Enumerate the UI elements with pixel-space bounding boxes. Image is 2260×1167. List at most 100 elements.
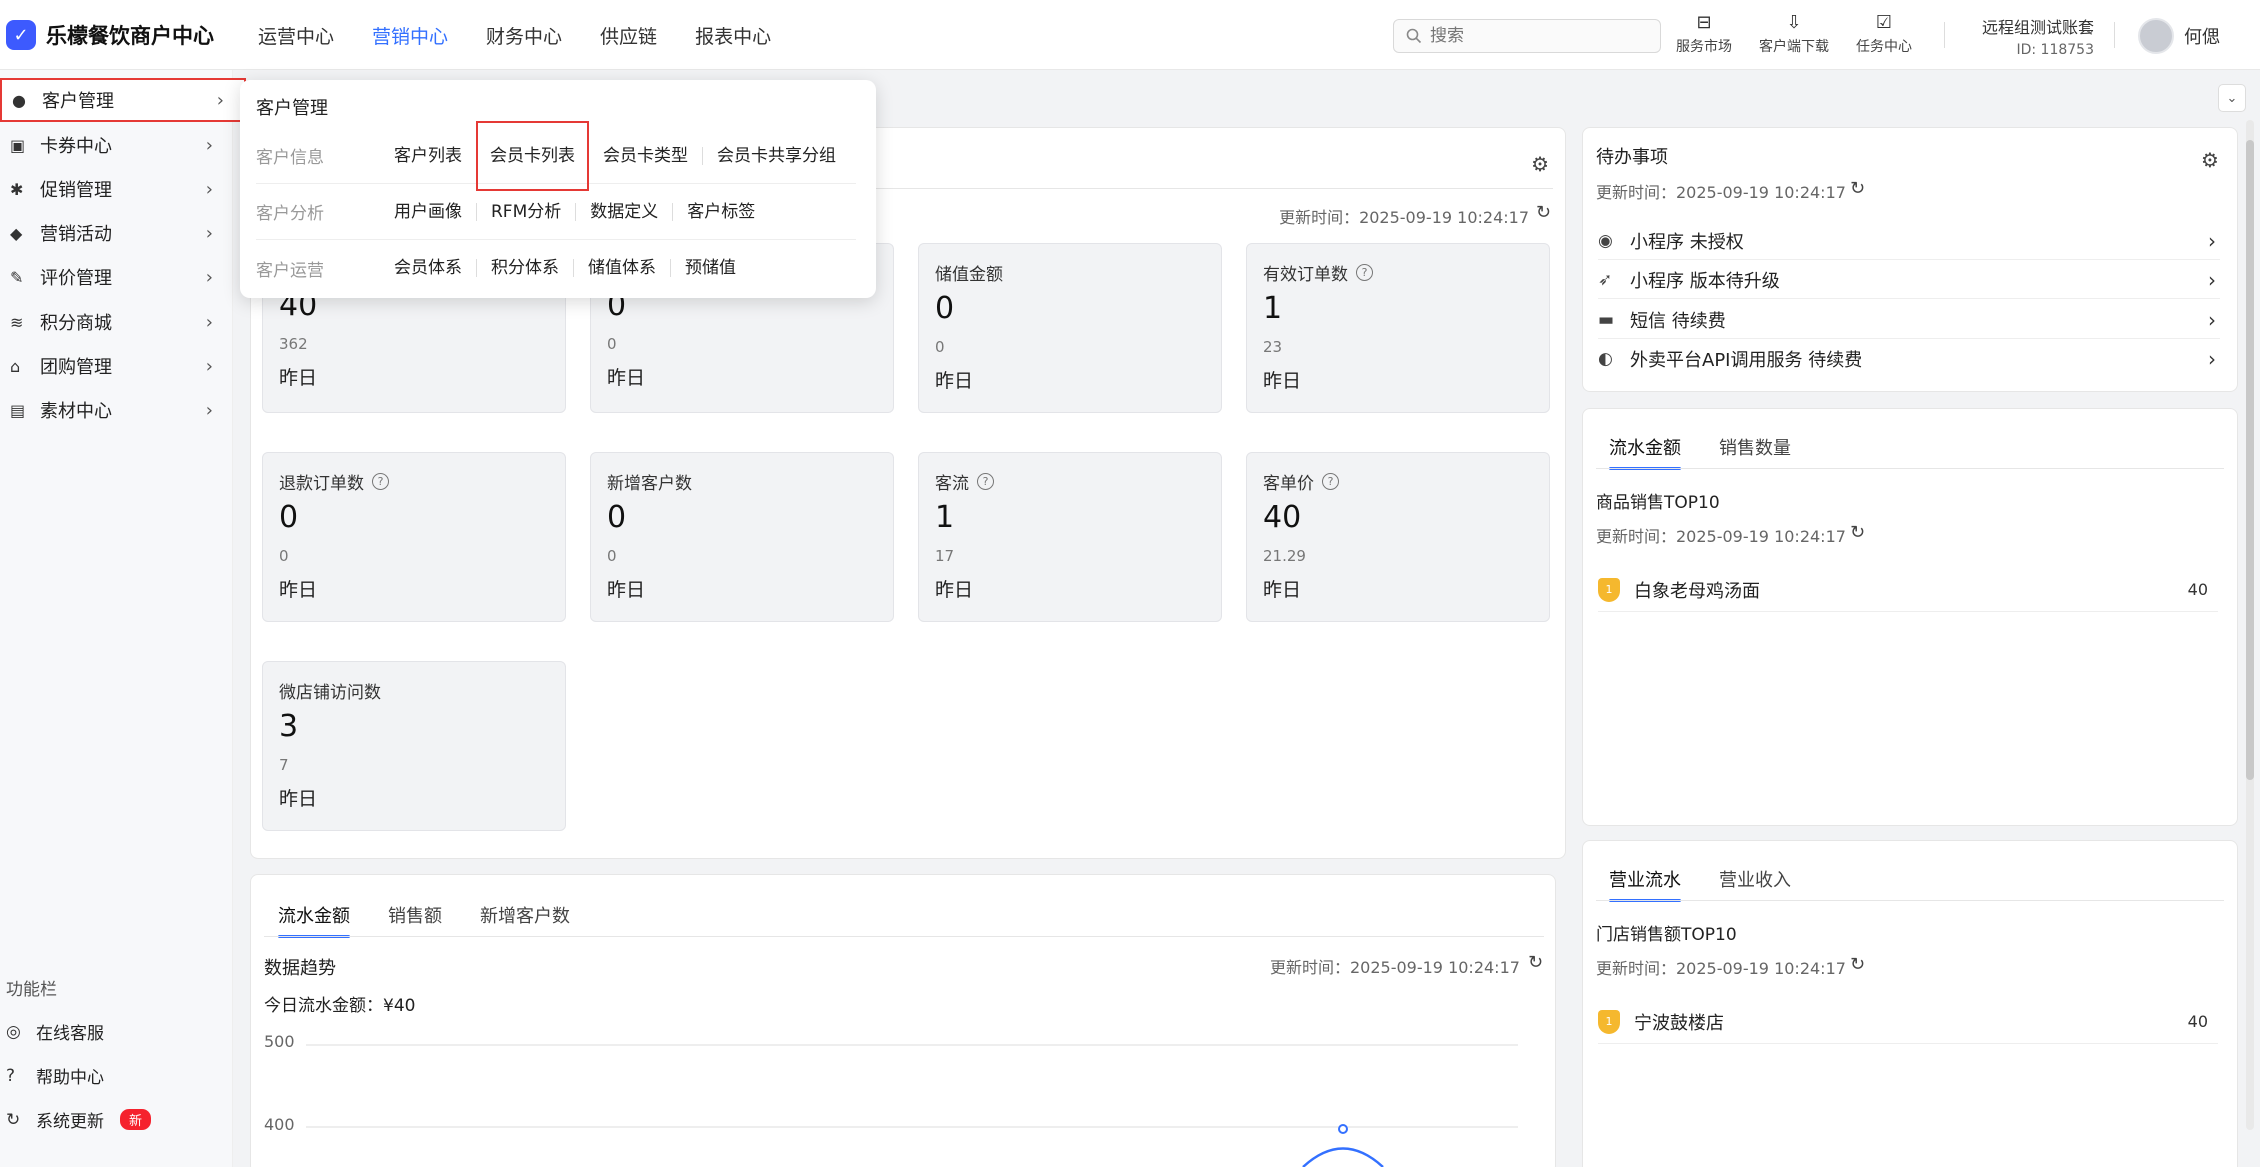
refresh-icon[interactable]: ↻ bbox=[1536, 202, 1551, 223]
menu-link-rfm-analysis[interactable]: RFM分析 bbox=[476, 202, 575, 221]
todo-item[interactable]: ◉ 小程序 未授权 › bbox=[1598, 222, 2220, 260]
gear-icon[interactable]: ⚙ bbox=[2201, 148, 2219, 172]
help-icon[interactable]: ? bbox=[977, 473, 994, 490]
function-bar-title: 功能栏 bbox=[6, 980, 57, 1000]
stat-card-refund-orders[interactable]: 退款订单数? 0 0 昨日 bbox=[262, 452, 566, 622]
refresh-icon: ↻ bbox=[6, 1109, 21, 1130]
tab-sales[interactable]: 销售额 bbox=[388, 902, 442, 938]
group-icon: ⌂ bbox=[10, 356, 21, 376]
scrollbar-thumb[interactable] bbox=[2246, 140, 2254, 780]
chevron-down-icon[interactable]: ⌄ bbox=[2084, 22, 2096, 38]
refresh-icon[interactable]: ↻ bbox=[1850, 178, 1865, 199]
collapse-toggle[interactable]: ⌄ bbox=[2218, 84, 2246, 112]
trend-chart: 500 400 bbox=[264, 1032, 1518, 1167]
tab-business-income[interactable]: 营业收入 bbox=[1719, 866, 1791, 902]
footer-item-support[interactable]: ◎ 在线客服 bbox=[6, 1019, 104, 1045]
refresh-icon[interactable]: ↻ bbox=[1528, 952, 1543, 973]
sidebar-item-points-mall[interactable]: ≋ 积分商城 › bbox=[0, 300, 233, 344]
tool-label: 服务市场 bbox=[1676, 39, 1732, 55]
stat-label: 昨日 bbox=[607, 579, 646, 601]
topnav-finance[interactable]: 财务中心 bbox=[486, 22, 562, 49]
sidebar-item-label: 团购管理 bbox=[40, 357, 112, 378]
menu-link-membership-system[interactable]: 会员体系 bbox=[394, 259, 476, 277]
user-icon: ● bbox=[12, 90, 26, 110]
stat-value: 1 bbox=[935, 500, 955, 535]
avatar bbox=[2138, 18, 2174, 54]
help-icon[interactable]: ? bbox=[372, 473, 389, 490]
header-divider bbox=[1944, 22, 1945, 48]
topnav-marketing[interactable]: 营销中心 bbox=[372, 22, 448, 49]
stat-title: 退款订单数 bbox=[279, 474, 364, 494]
menu-link-customer-list[interactable]: 客户列表 bbox=[394, 147, 476, 165]
menu-link-pre-stored-value[interactable]: 预储值 bbox=[670, 259, 750, 277]
menu-link-stored-value-system[interactable]: 储值体系 bbox=[573, 259, 670, 277]
data-point[interactable] bbox=[1338, 1124, 1348, 1134]
search-input[interactable] bbox=[1430, 26, 1630, 46]
tool-task-center[interactable]: ☑ 任务中心 bbox=[1848, 12, 1920, 56]
sidebar-item-promotions[interactable]: ✱ 促销管理 › bbox=[0, 167, 233, 211]
stat-card-stored-value[interactable]: 储值金额 0 0 昨日 bbox=[918, 243, 1222, 413]
tab-flow-amount[interactable]: 流水金额 bbox=[278, 902, 350, 938]
tag-icon: ◆ bbox=[10, 223, 23, 243]
refresh-icon[interactable]: ↻ bbox=[1850, 522, 1865, 543]
menu-link-member-card-type[interactable]: 会员卡类型 bbox=[589, 147, 702, 165]
sidebar-item-label: 积分商城 bbox=[40, 313, 112, 334]
todo-item[interactable]: ◐ 外卖平台API调用服务 待续费 › bbox=[1598, 340, 2220, 378]
tool-client-download[interactable]: ⇩ 客户端下载 bbox=[1758, 12, 1830, 56]
help-icon[interactable]: ? bbox=[1322, 473, 1339, 490]
chevron-right-icon: › bbox=[205, 355, 213, 377]
help-icon[interactable]: ? bbox=[1356, 264, 1373, 281]
stat-card-avg-price[interactable]: 客单价? 40 21.29 昨日 bbox=[1246, 452, 1550, 622]
stat-prev: 7 bbox=[279, 756, 289, 774]
trend-title: 数据趋势 bbox=[264, 958, 336, 979]
y-tick-400: 400 bbox=[264, 1115, 295, 1134]
stat-card-traffic[interactable]: 客流? 1 17 昨日 bbox=[918, 452, 1222, 622]
account-switcher[interactable]: 远程组测试账套 ID: 118753 bbox=[1964, 14, 2094, 58]
stat-title-row: 退款订单数? bbox=[279, 469, 549, 494]
todo-item[interactable]: ▬ 短信 待续费 › bbox=[1598, 301, 2220, 339]
menu-category: 客户信息 bbox=[256, 148, 324, 168]
chevron-right-icon: › bbox=[2208, 228, 2216, 253]
gear-icon[interactable]: ⚙ bbox=[1531, 152, 1549, 176]
topnav-operations[interactable]: 运营中心 bbox=[258, 22, 334, 49]
stat-label: 昨日 bbox=[935, 579, 974, 601]
tab-business-flow[interactable]: 营业流水 bbox=[1609, 866, 1681, 902]
refresh-icon[interactable]: ↻ bbox=[1850, 954, 1865, 975]
store-rank-row[interactable]: 1 宁波鼓楼店 40 bbox=[1598, 1000, 2218, 1044]
menu-link-customer-tags[interactable]: 客户标签 bbox=[672, 202, 769, 221]
sidebar-item-campaigns[interactable]: ◆ 营销活动 › bbox=[0, 211, 233, 255]
topnav-reports[interactable]: 报表中心 bbox=[695, 22, 771, 49]
menu-link-data-definition[interactable]: 数据定义 bbox=[575, 202, 672, 221]
footer-item-help[interactable]: ? 帮助中心 bbox=[6, 1063, 104, 1089]
topnav-supply-chain[interactable]: 供应链 bbox=[600, 22, 657, 49]
sidebar-item-reviews[interactable]: ✎ 评价管理 › bbox=[0, 255, 233, 299]
stat-label: 昨日 bbox=[279, 788, 318, 810]
app-logo[interactable]: ✓ 乐檬餐饮商户中心 bbox=[6, 20, 214, 50]
stat-label: 昨日 bbox=[279, 367, 318, 389]
search-box[interactable] bbox=[1393, 19, 1661, 53]
stat-label: 昨日 bbox=[279, 579, 318, 601]
menu-link-user-profile[interactable]: 用户画像 bbox=[394, 203, 476, 221]
menu-link-member-card-share-group[interactable]: 会员卡共享分组 bbox=[702, 146, 850, 165]
update-time: 更新时间：2025-09-19 10:24:17 bbox=[1596, 183, 1846, 202]
menu-link-member-card-list[interactable]: 会员卡列表 bbox=[476, 120, 589, 191]
user-menu[interactable]: 何偲 bbox=[2138, 18, 2220, 54]
todo-item[interactable]: ➶ 小程序 版本待升级 › bbox=[1598, 261, 2220, 299]
footer-item-system-update[interactable]: ↻ 系统更新 新 bbox=[6, 1107, 152, 1132]
menu-link-points-system[interactable]: 积分体系 bbox=[476, 259, 573, 277]
tool-service-market[interactable]: ⊟ 服务市场 bbox=[1668, 12, 1740, 56]
tab-sales-quantity[interactable]: 销售数量 bbox=[1719, 434, 1791, 470]
goods-rank-row[interactable]: 1 白象老母鸡汤面 40 bbox=[1598, 568, 2218, 612]
tab-new-customers[interactable]: 新增客户数 bbox=[480, 902, 570, 938]
top-header: ✓ 乐檬餐饮商户中心 运营中心 营销中心 财务中心 供应链 报表中心 ⊟ 服务市… bbox=[0, 0, 2260, 70]
help-icon: ? bbox=[6, 1065, 16, 1086]
sidebar-item-coupons[interactable]: ▣ 卡券中心 › bbox=[0, 123, 233, 167]
stat-card-new-customers[interactable]: 新增客户数 0 0 昨日 bbox=[590, 452, 894, 622]
sidebar-item-group-buy[interactable]: ⌂ 团购管理 › bbox=[0, 344, 233, 388]
stat-label: 昨日 bbox=[1263, 370, 1302, 392]
sidebar-item-media[interactable]: ▤ 素材中心 › bbox=[0, 388, 233, 432]
stat-card-shop-visits[interactable]: 微店铺访问数 3 7 昨日 bbox=[262, 661, 566, 831]
sidebar-item-customer[interactable]: ● 客户管理 › bbox=[0, 78, 246, 122]
stat-card-valid-orders[interactable]: 有效订单数? 1 23 昨日 bbox=[1246, 243, 1550, 413]
tab-flow-amount[interactable]: 流水金额 bbox=[1609, 434, 1681, 470]
